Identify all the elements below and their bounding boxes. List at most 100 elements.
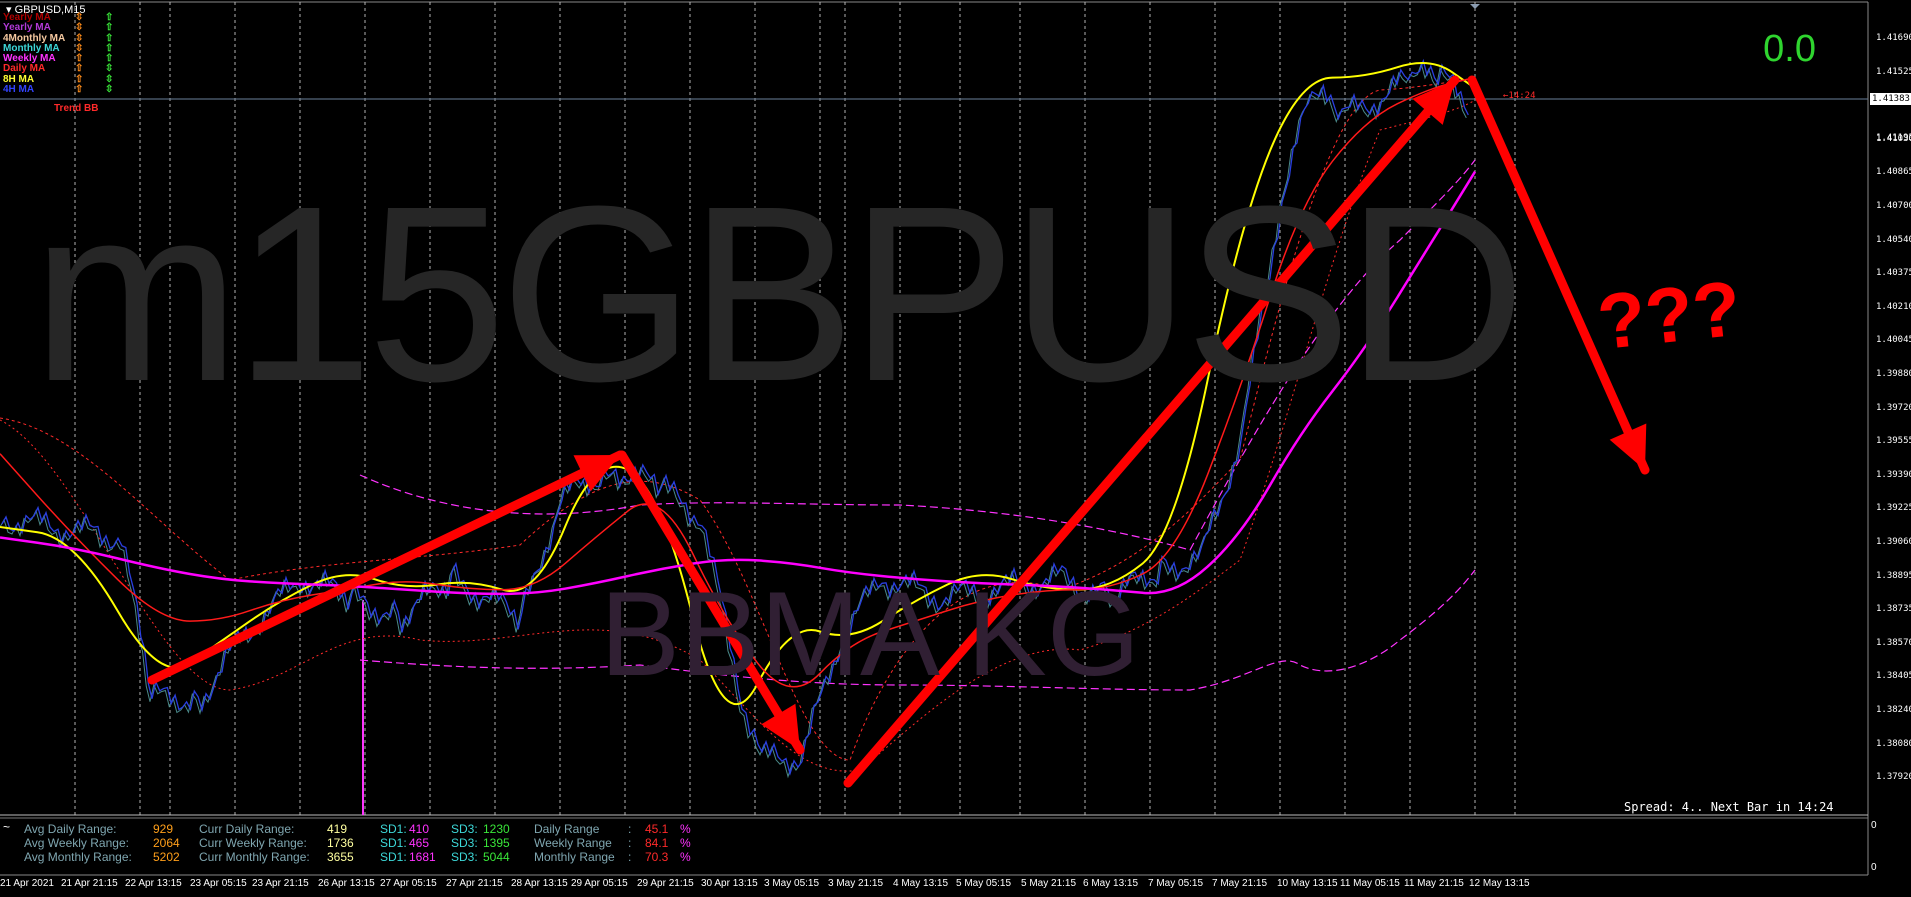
trend-arrow-shaft [147,450,625,685]
price-tick-label: 1.39555 [1876,436,1911,447]
stats-curr-value: 419 [327,822,348,836]
stats-range-value: 70.3 [645,850,669,864]
question-marks-annotation: ??? [1593,264,1744,366]
time-tick-label: 5 May 21:15 [1021,878,1077,889]
trend-arrow-icon: ⇳ [105,84,114,96]
stats-sd1-label: SD1: [380,836,407,850]
stats-range-label: Daily Range [534,822,600,836]
trend-bb-label: Trend BB [54,103,99,114]
price-tick-label: 1.40375 [1876,268,1911,279]
trend-arrow-icon: ⇧ [75,84,84,96]
stats-avg-value: 2064 [153,836,180,850]
price-tick-label: 1.38240 [1876,705,1911,715]
time-tick-label: 26 Apr 13:15 [318,878,375,889]
subwindow-scale-bottom: 0 [1871,862,1877,873]
stats-sd1-label: SD1: [380,850,407,864]
stats-avg-label: Avg Monthly Range: [24,850,132,864]
price-tick-label: 1.38735 [1876,604,1911,615]
stats-sd3-value: 5044 [483,850,510,864]
time-tick-label: 11 May 21:15 [1404,878,1464,889]
time-tick-label: 22 Apr 13:15 [125,878,182,889]
stats-range-value: 45.1 [645,822,669,836]
stats-sd3-value: 1395 [483,836,510,850]
price-tick-label: 1.37920 [1876,772,1911,783]
time-tick-label: 28 Apr 13:15 [511,878,568,889]
time-tick-label: 7 May 05:15 [1148,878,1204,889]
stats-sd3-label: SD3: [451,836,478,850]
time-tick-label: 7 May 21:15 [1212,878,1268,889]
stats-pct: % [680,822,691,836]
price-tick-label: 1.41690 [1876,33,1911,43]
time-tick-label: 27 Apr 05:15 [380,878,437,889]
stats-avg-label: Avg Weekly Range: [24,836,129,850]
price-tick-label: 1.38405 [1876,671,1911,682]
stats-sd1-value: 410 [409,822,430,836]
signal-value: 0.0 [1763,28,1816,70]
time-tick-label: 10 May 13:15 [1277,878,1338,889]
time-tick-label: 3 May 05:15 [764,878,820,889]
stats-colon: : [628,822,632,836]
current-price-label: 1.41383 [1870,93,1911,105]
stats-range-label: Weekly Range [534,836,612,850]
stats-range-value: 84.1 [645,836,669,850]
stats-sd3-label: SD3: [451,822,478,836]
price-tick-label: 1.38080 [1876,738,1911,749]
time-tick-label: 21 Apr 21:15 [61,878,118,889]
time-tick-label: 5 May 05:15 [956,878,1012,889]
stats-avg-value: 929 [153,822,174,836]
time-tick-label: 3 May 21:15 [828,878,884,889]
time-tick-label: 21 Apr 2021 [0,878,54,889]
symbol-watermark: m15GBPUSD [32,154,1526,433]
price-tick-label: 1.39390 [1876,469,1911,480]
stats-sd3-label: SD3: [451,850,478,864]
stats-avg-value: 5202 [153,850,180,864]
time-tick-label: 6 May 13:15 [1083,878,1139,889]
stats-curr-label: Curr Monthly Range: [199,850,310,864]
stats-curr-value: 3655 [327,850,354,864]
spread-timer-status: Spread: 4.. Next Bar in 14:24 [1624,800,1834,814]
subwindow-scale-top: 0 [1871,820,1877,831]
price-tick-label: 1.41195 [1876,133,1911,143]
ma-legend: Yearly MA ⇳ ⇧ Yearly MA ⇳ ⇧ 4Monthly MA ⇳ ⇧ Month… [3,12,114,96]
stats-curr-value: 1736 [327,836,354,850]
stats-sd3-value: 1230 [483,822,510,836]
indicator-watermark: BBMA KG [600,567,1141,701]
price-tick-label: 1.39225 [1876,503,1911,514]
chart-canvas: ??? ←14:24 [0,1,1869,876]
stats-colon: : [628,850,632,864]
price-tick-label: 1.38895 [1876,570,1911,581]
next-bar-marker: ←14:24 [1503,91,1536,101]
time-tick-label: 29 Apr 05:15 [571,878,628,889]
stats-range-label: Monthly Range [534,850,615,864]
stats-sd1-label: SD1: [380,822,407,836]
stats-sd1-value: 1681 [409,850,436,864]
panel-tilde: ~ [3,820,11,834]
price-tick-label: 1.40540 [1876,234,1911,245]
time-tick-label: 23 Apr 05:15 [190,878,247,889]
legend-item-label: 4H MA [3,84,35,96]
stats-curr-label: Curr Daily Range: [199,822,295,836]
shift-marker-icon [1470,4,1480,9]
time-tick-label: 11 May 05:15 [1340,878,1400,889]
time-tick-label: 27 Apr 21:15 [446,878,503,889]
time-tick-label: 12 May 13:15 [1469,878,1530,889]
price-tick-label: 1.41525 [1876,66,1911,77]
price-tick-label: 1.38570 [1876,637,1911,648]
stats-colon: : [628,836,632,850]
legend-item: 4H MA ⇧ ⇳ [3,84,114,96]
price-tick-label: 1.40865 [1876,167,1911,178]
stats-curr-label: Curr Weekly Range: [199,836,307,850]
time-tick-label: 23 Apr 21:15 [252,878,309,889]
time-tick-label: 30 Apr 13:15 [701,878,758,889]
price-tick-label: 1.40210 [1876,301,1911,312]
price-tick-label: 1.39720 [1876,402,1911,413]
price-tick-label: 1.39880 [1876,369,1911,379]
stats-sd1-value: 465 [409,836,430,850]
price-tick-label: 1.40700 [1876,201,1911,211]
price-tick-label: 1.40045 [1876,335,1911,346]
price-tick-label: 1.39060 [1876,537,1911,547]
stats-pct: % [680,836,691,850]
stats-avg-label: Avg Daily Range: [24,822,117,836]
stats-pct: % [680,850,691,864]
time-tick-label: 29 Apr 21:15 [637,878,694,889]
